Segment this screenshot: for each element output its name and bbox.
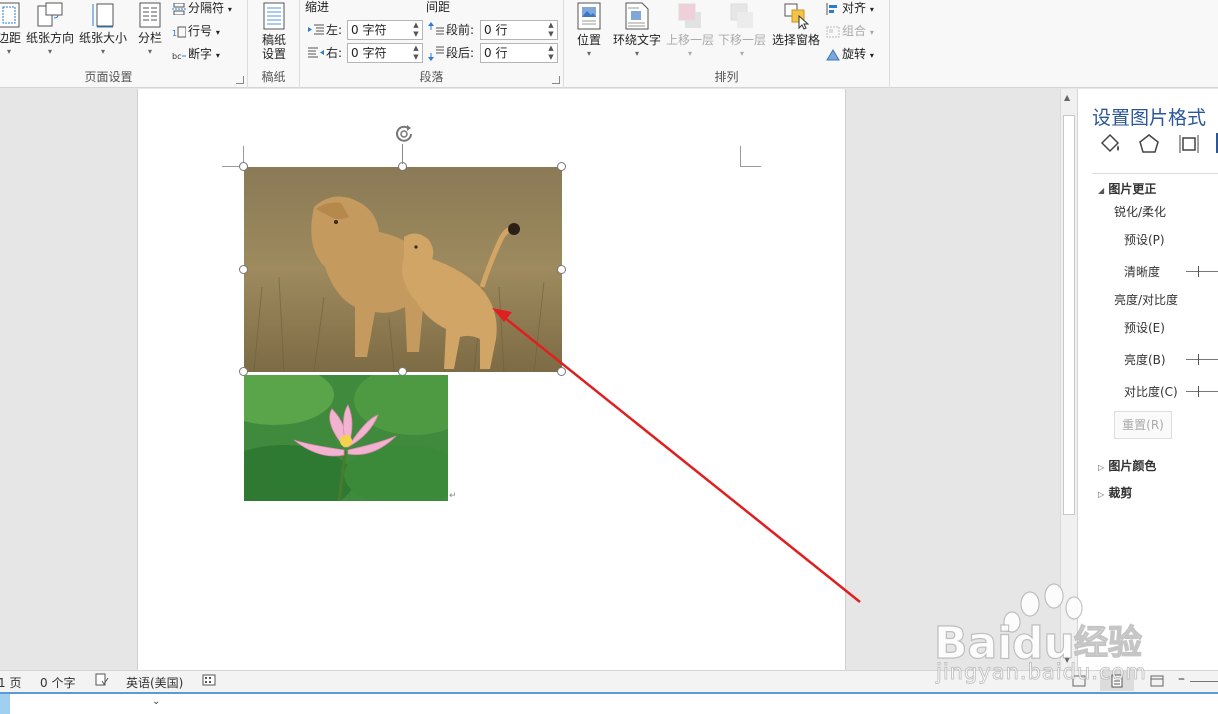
fill-line-tab-icon[interactable]: [1098, 133, 1122, 158]
taskbar-strip: ⌄: [0, 692, 1218, 714]
section-picture-corrections-label: 图片更正: [1108, 182, 1157, 196]
expand-icon: ▷: [1098, 463, 1105, 472]
section-picture-color[interactable]: ▷ 图片颜色: [1098, 457, 1156, 474]
sharpness-slider[interactable]: [1186, 266, 1218, 277]
pane-divider: [1092, 173, 1218, 174]
sharpness-slider-thumb[interactable]: [1198, 266, 1199, 277]
language-indicator[interactable]: 英语(美国): [126, 674, 183, 691]
section-crop-label: 裁剪: [1108, 486, 1133, 500]
taskbar-accent: [0, 694, 10, 714]
contrast-slider-thumb[interactable]: [1198, 386, 1199, 397]
preset-p-label: 预设(P): [1124, 233, 1165, 247]
reset-button[interactable]: 重置(R): [1114, 411, 1172, 439]
brightness-contrast-label: 亮度/对比度: [1114, 293, 1179, 307]
scroll-thumb[interactable]: [1063, 115, 1075, 515]
sharpness-label: 清晰度: [1124, 265, 1161, 279]
macro-icon[interactable]: [202, 673, 216, 690]
collapse-icon: ◢: [1098, 186, 1105, 195]
proofing-icon[interactable]: [95, 673, 109, 690]
watermark-brand-cn: 经验: [1074, 623, 1142, 663]
brightness-label: 亮度(B): [1124, 353, 1166, 367]
brightness-slider[interactable]: [1186, 354, 1218, 365]
layout-size-tab-icon[interactable]: [1178, 133, 1200, 158]
section-picture-color-label: 图片颜色: [1108, 459, 1157, 473]
contrast-label: 对比度(C): [1124, 385, 1178, 399]
section-crop[interactable]: ▷ 裁剪: [1098, 484, 1132, 501]
section-picture-corrections[interactable]: ◢ 图片更正: [1098, 180, 1156, 197]
preset-e-label: 预设(E): [1124, 321, 1165, 335]
effects-tab-icon[interactable]: [1138, 133, 1160, 158]
chevron-down-icon[interactable]: ⌄: [152, 696, 160, 707]
page-count[interactable]: 1 页: [0, 674, 21, 691]
pane-title: 设置图片格式: [1092, 107, 1207, 129]
brightness-slider-thumb[interactable]: [1198, 354, 1199, 365]
contrast-slider[interactable]: [1186, 386, 1218, 397]
sharpen-soften-label: 锐化/柔化: [1114, 205, 1167, 219]
expand-icon: ▷: [1098, 490, 1105, 499]
scroll-up-icon[interactable]: ▲: [1064, 93, 1070, 102]
watermark-url: jingyan.baidu.com: [936, 660, 1147, 685]
word-count[interactable]: 0 个字: [40, 674, 75, 691]
